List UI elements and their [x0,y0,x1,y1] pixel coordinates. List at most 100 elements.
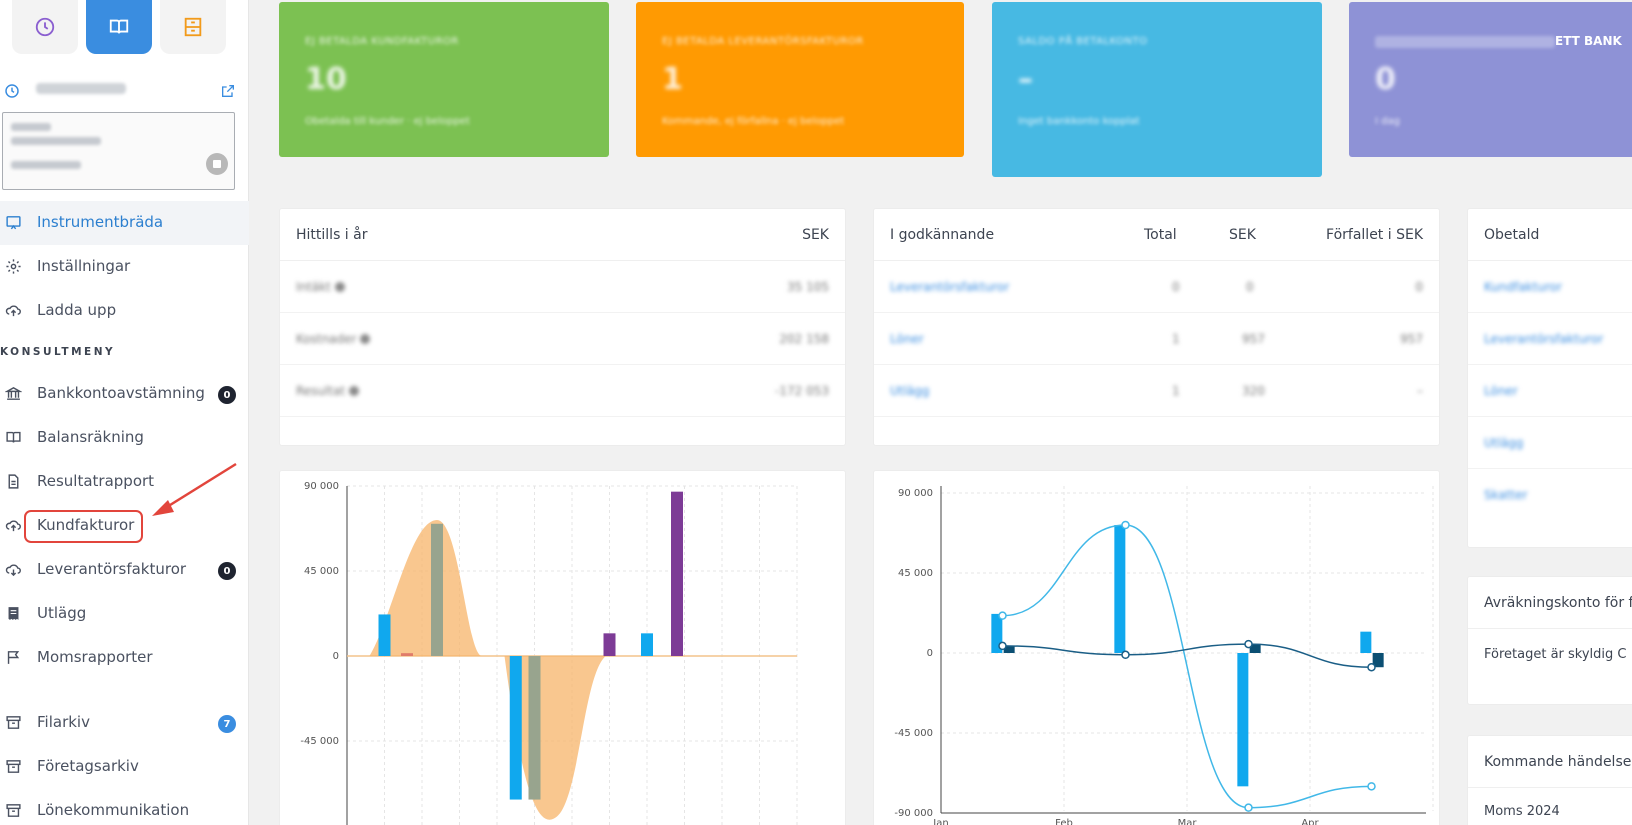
settlement-text: Företaget är skyldig C [1484,647,1627,662]
table-row[interactable]: Utlägg [1468,417,1632,469]
y-tick-label: 90 000 [898,488,933,499]
row-sek: 957 [1242,332,1265,346]
kpi-card-unpaid-customer-invoices[interactable]: EJ BETALDA KUNDFAKTUROR 10 Obetalda till… [279,2,609,157]
column-header-total: Total [1144,227,1177,243]
cabinet-app-button[interactable] [160,0,226,54]
top-app-switcher [12,0,226,54]
nav-balansrakning[interactable]: Balansräkning [0,416,249,460]
panel-title: I godkännande [890,227,995,243]
table-row[interactable]: Kundfakturor [1468,261,1632,313]
tracker-line [11,123,51,131]
kpi-subtitle: Obetalda till kunder · ej beloppet [305,116,470,127]
row-label: Resultat [296,384,360,398]
cloud-upload-icon [4,516,22,534]
y-tick-label: 45 000 [304,566,339,577]
bar-chart-results: 90 000 45 000 0 -45 000 [300,481,798,825]
row-link[interactable]: Utlägg [890,384,929,398]
row-link[interactable]: Löner [890,332,924,346]
dashboard-icon [4,213,22,231]
panel-title: Kommande händelse [1484,754,1632,770]
kpi-card-account-balance[interactable]: SALDO PÅ BETALKONTO – Inget bankkonto ko… [992,2,1322,177]
x-tick-label: Feb [1055,818,1073,825]
chart-bar [509,656,522,800]
nav-filarkiv[interactable]: Filarkiv 7 [0,701,249,745]
row-link[interactable]: Löner [1484,384,1518,398]
row-value: 202 158 [779,332,829,346]
nav-lonekommunikation[interactable]: Lönekommunikation [0,789,249,825]
nav-instrumentbrada[interactable]: Instrumentbräda [0,201,249,245]
row-value: 35 105 [787,280,829,294]
chart-bar [401,653,413,656]
row-link[interactable]: Leverantörsfakturor [890,280,1009,294]
annotation-highlight-box [24,510,143,543]
stop-icon [213,160,221,168]
table-row[interactable]: Leverantörsfakturor 0 0 0 [874,261,1439,313]
kpi-value: – [1018,62,1033,97]
nav-bankkontoavstamning[interactable]: Bankkontoavstämning 0 [0,372,249,416]
nav-installningar[interactable]: Inställningar [0,245,249,289]
table-row: Resultat -172 053 [280,365,845,417]
table-row[interactable]: Leverantörsfakturor [1468,313,1632,365]
series-point [1367,782,1376,791]
kpi-card-bank[interactable]: ETT BANK 0 I dag [1349,2,1632,157]
panel-settlement-account: Avräkningskonto för f Företaget är skyld… [1467,576,1632,705]
gear-icon [4,257,22,275]
time-tracker-card[interactable] [2,112,235,190]
chart-bar [641,633,653,656]
row-label: Intäkt [296,280,345,294]
nav-label: Resultatrapport [37,472,155,490]
table-row[interactable]: Löner 1 957 957 [874,313,1439,365]
row-overdue: 0 [1415,280,1423,294]
cloud-upload-icon [4,301,22,319]
nav-leverantorsfakturor[interactable]: Leverantörsfakturor 0 [0,548,249,592]
kpi-value: 0 [1375,62,1396,97]
event-item[interactable]: Moms 2024 [1484,804,1560,819]
nav-momsrapporter[interactable]: Momsrapporter [0,636,249,680]
nav-label: Instrumentbräda [37,213,164,231]
panel-header: Avräkningskonto för f [1468,577,1632,629]
external-link-icon[interactable] [220,83,236,99]
panel-header: Kommande händelse [1468,736,1632,788]
chart-bar [528,656,541,800]
y-tick-label: 0 [333,651,339,662]
table-row[interactable]: Löner [1468,365,1632,417]
nav-label: Momsrapporter [37,648,153,666]
section-label-konsultmeny: KONSULTMENY [0,346,116,358]
row-total: 1 [1172,332,1180,346]
kpi-subtitle: Inget bankkonto kopplat [1018,116,1140,127]
kpi-subtitle: Kommande, ej förfallna · ej beloppet [662,116,845,127]
table-row[interactable]: Skatter [1468,469,1632,521]
kpi-title: EJ BETALDA LEVERANTÖRSFAKTUROR [662,36,864,47]
nav-foretagsarkiv[interactable]: Företagsarkiv [0,745,249,789]
panel-in-approval: I godkännande Total SEK Förfallet i SEK … [873,208,1440,446]
row-total: 1 [1172,384,1180,398]
kpi-title: EJ BETALDA KUNDFAKTUROR [305,36,459,47]
task-time-row[interactable] [0,80,249,102]
tracker-line [11,161,81,169]
row-link[interactable]: Kundfakturor [1484,280,1562,294]
table-row[interactable]: Utlägg 1 320 – [874,365,1439,417]
stop-timer-button[interactable] [206,153,228,175]
column-header-sek: SEK [1229,227,1256,243]
chart-bar [671,491,683,656]
nav-label: Företagsarkiv [37,757,139,775]
kpi-card-unpaid-supplier-invoices[interactable]: EJ BETALDA LEVERANTÖRSFAKTUROR 1 Kommand… [636,2,964,157]
x-tick-label: Jan [932,818,948,825]
archive-icon [4,801,22,819]
row-overdue: – [1417,384,1423,398]
row-link[interactable]: Utlägg [1484,436,1523,450]
nav-ladda-upp[interactable]: Ladda upp [0,289,249,333]
row-link[interactable]: Skatter [1484,488,1527,502]
x-tick-label: Mar [1178,818,1198,825]
series-point [1244,639,1253,649]
book-app-button[interactable] [86,0,152,54]
chart-bar [378,614,391,656]
panel-header: Hittills i år SEK [280,209,845,261]
row-link[interactable]: Leverantörsfakturor [1484,332,1603,346]
panel-header: I godkännande Total SEK Förfallet i SEK [874,209,1439,261]
nav-label: Filarkiv [37,713,90,731]
row-overdue: 957 [1400,332,1423,346]
nav-utlagg[interactable]: Utlägg [0,592,249,636]
tracker-line [11,137,101,145]
clock-app-button[interactable] [12,0,78,54]
